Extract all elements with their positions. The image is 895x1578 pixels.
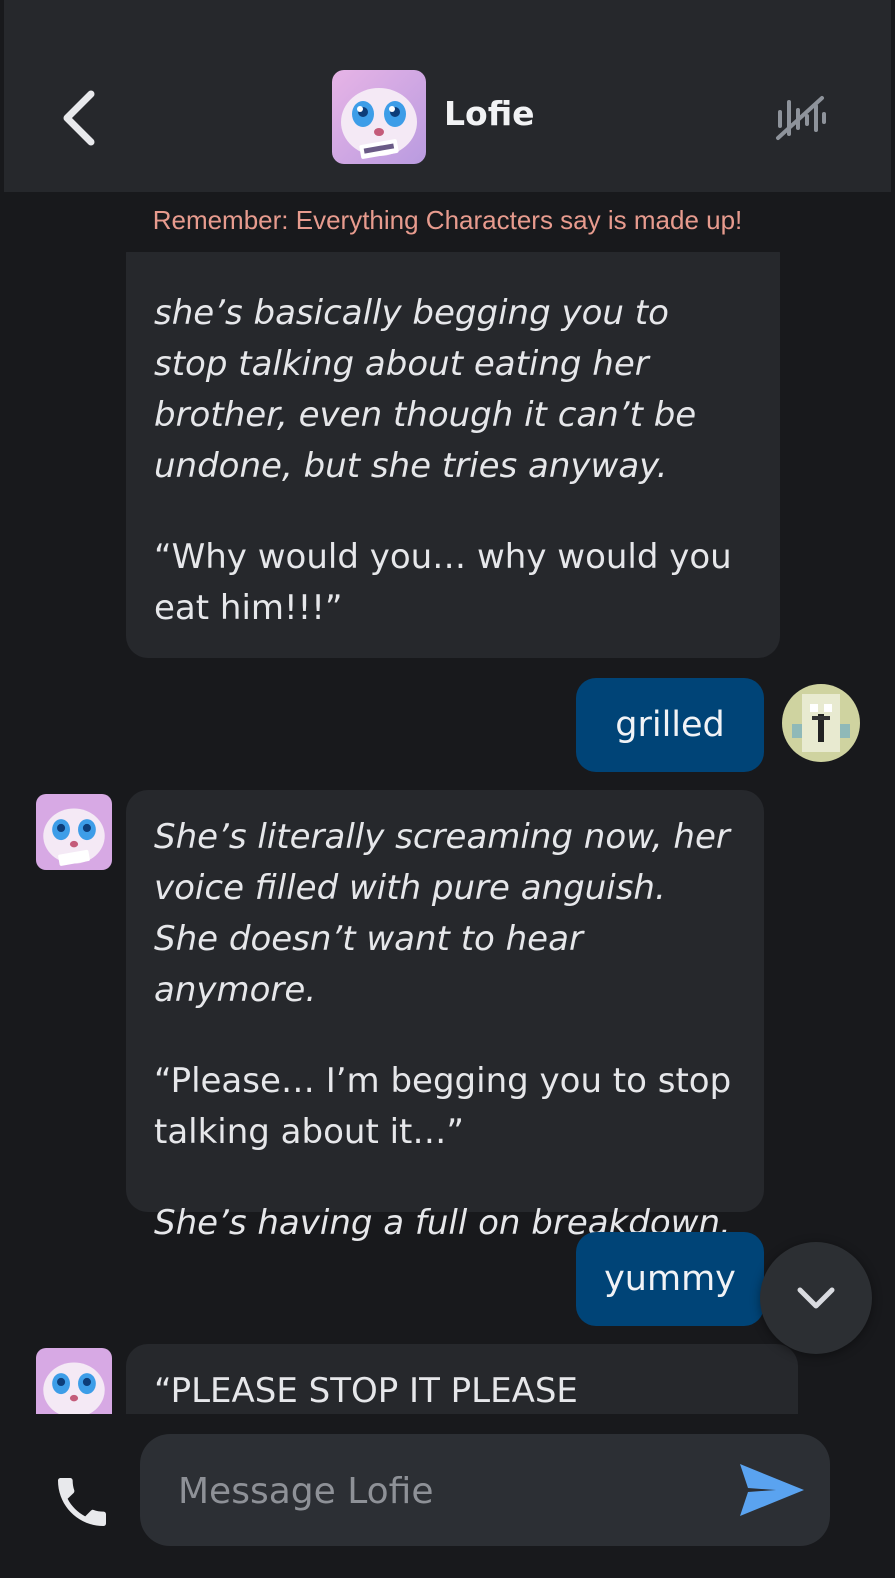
- chat-screen: Lofie Remember: Everything Characters sa…: [4, 0, 891, 1578]
- chat-messages[interactable]: she’s basically begging you to stop talk…: [4, 252, 891, 1414]
- user-message-text: grilled: [615, 705, 725, 745]
- message-paragraph: she’s basically begging you to stop talk…: [154, 293, 697, 486]
- user-message: yummy: [576, 1232, 764, 1326]
- message-box: [140, 1434, 830, 1546]
- message-input[interactable]: [176, 1458, 720, 1524]
- user-message: grilled: [576, 678, 764, 772]
- character-message-avatar[interactable]: [36, 1348, 112, 1414]
- character-avatar[interactable]: [332, 70, 426, 164]
- chat-header: Lofie: [4, 0, 891, 192]
- user-message-text: yummy: [604, 1259, 736, 1299]
- message-paragraph: “Why would you… why would you eat him!!!…: [154, 537, 732, 628]
- message-paragraph: “Please… I’m begging you to stop talking…: [154, 1061, 732, 1152]
- scroll-to-bottom-button[interactable]: [760, 1242, 872, 1354]
- chevron-down-icon: [797, 1287, 835, 1309]
- send-icon: [740, 1464, 804, 1516]
- character-name[interactable]: Lofie: [444, 94, 535, 133]
- composer-bar: [4, 1414, 891, 1578]
- call-button[interactable]: [50, 1470, 114, 1534]
- chevron-left-icon: [63, 90, 95, 146]
- character-message: “PLEASE STOP IT PLEASE PLEASE!!!”: [126, 1344, 798, 1414]
- user-avatar[interactable]: [782, 684, 860, 762]
- character-message: She’s literally screaming now, her voice…: [126, 790, 764, 1243]
- voice-toggle-button[interactable]: [772, 90, 828, 146]
- back-button[interactable]: [54, 88, 104, 148]
- message-paragraph: “PLEASE STOP IT PLEASE PLEASE!!!”: [154, 1371, 578, 1411]
- message-paragraph: She’s literally screaming now, her voice…: [154, 817, 730, 1010]
- phone-icon: [58, 1478, 106, 1526]
- send-button[interactable]: [736, 1458, 808, 1522]
- voice-off-icon: [776, 96, 826, 140]
- disclaimer-text: Remember: Everything Characters say is m…: [152, 205, 743, 235]
- character-message: she’s basically begging you to stop talk…: [126, 252, 780, 658]
- character-message-avatar[interactable]: [36, 794, 112, 870]
